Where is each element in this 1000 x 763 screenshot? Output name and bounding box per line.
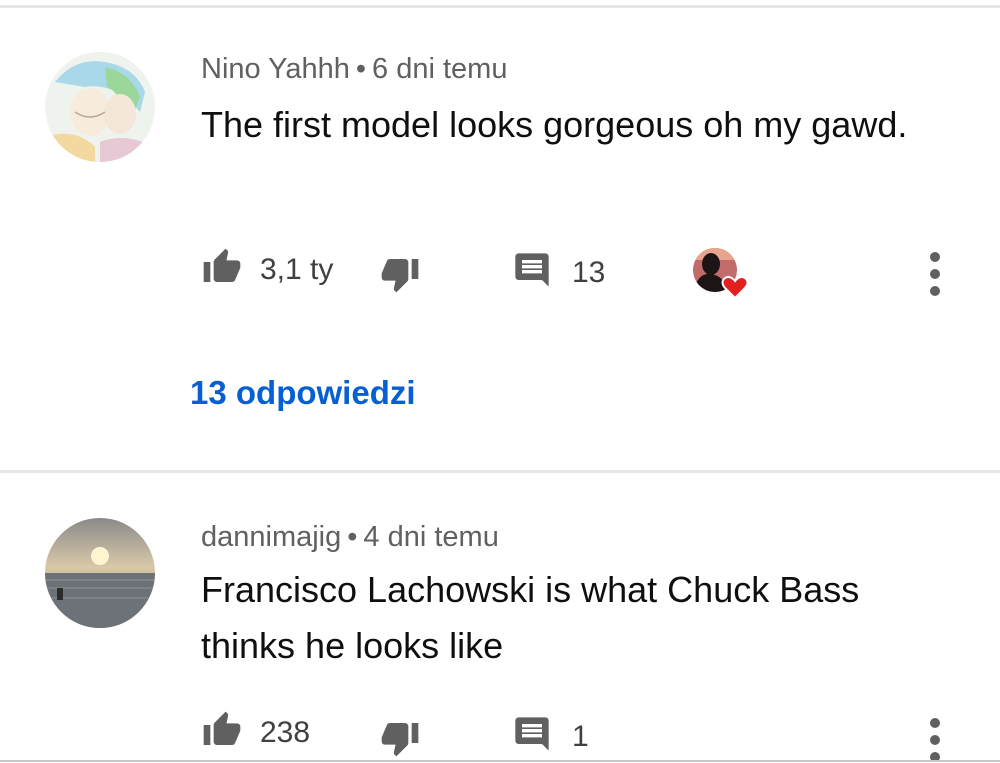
comment-actions: 3,1 ty 13 <box>200 244 980 300</box>
more-options-button[interactable] <box>928 252 942 296</box>
like-button[interactable]: 238 <box>200 710 310 755</box>
comment-meta: dannimajig • 4 dni temu <box>201 521 499 554</box>
author-name[interactable]: dannimajig <box>201 521 341 553</box>
like-count: 3,1 ty <box>260 252 334 286</box>
thumbs-up-icon <box>200 247 244 292</box>
like-button[interactable]: 3,1 ty <box>200 247 333 292</box>
separator-dot: • <box>355 53 367 85</box>
comment-thread: Nino Yahhh • 6 dni temu The first model lo… <box>0 0 1000 470</box>
creator-heart <box>693 246 749 300</box>
reply-count: 13 <box>572 255 606 289</box>
thumbs-down-icon <box>378 254 422 299</box>
comment-thread: dannimajig • 4 dni temu Francisco Lachowsk… <box>0 473 1000 762</box>
avatar[interactable] <box>45 518 155 628</box>
dislike-button[interactable] <box>378 718 422 763</box>
more-options-button[interactable] <box>928 718 942 762</box>
thumbs-up-icon <box>200 710 244 755</box>
like-count: 238 <box>260 715 311 749</box>
timestamp[interactable]: 4 dni temu <box>363 521 498 553</box>
reply-button[interactable]: 1 <box>512 714 589 759</box>
reply-count: 1 <box>572 719 589 753</box>
thumbs-down-icon <box>378 718 422 763</box>
separator-dot: • <box>347 521 358 553</box>
dislike-button[interactable] <box>378 254 422 299</box>
comment-actions: 238 1 <box>200 710 980 763</box>
timestamp[interactable]: 6 dni temu <box>372 53 507 85</box>
avatar[interactable] <box>45 52 155 162</box>
comment-meta: Nino Yahhh • 6 dni temu <box>201 53 507 86</box>
comment-text: Francisco Lachowski is what Chuck Bass t… <box>201 569 860 666</box>
comment-icon <box>512 250 552 295</box>
comment-icon <box>512 714 552 759</box>
more-vert-icon <box>930 252 940 262</box>
view-replies-link[interactable]: 13 odpowiedzi <box>190 374 416 412</box>
more-vert-icon <box>930 718 940 728</box>
comment-text: The first model looks gorgeous oh my gaw… <box>201 104 908 145</box>
author-name[interactable]: Nino Yahhh <box>201 53 350 85</box>
reply-button[interactable]: 13 <box>512 250 605 295</box>
heart-icon <box>721 276 749 300</box>
